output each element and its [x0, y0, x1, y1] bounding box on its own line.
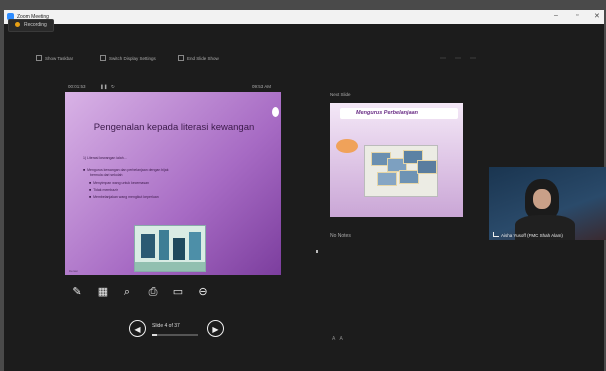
next-slide-preview[interactable]: Mengurus Perbelanjaan — [330, 103, 463, 217]
presentation-timer: 00:01:53 — [68, 84, 86, 89]
next-slide-label: Next Slide — [330, 92, 351, 97]
monitor-icon — [100, 55, 106, 61]
slide-progress-bar — [152, 334, 198, 336]
previous-slide-button[interactable]: ◀ — [129, 320, 146, 337]
slide-bullet: Membelanjakan wang mengikut keperluan — [89, 195, 159, 199]
display-settings-label: Switch Display Settings — [109, 56, 156, 61]
next-slide-badge — [336, 139, 358, 153]
taskbar-icon — [36, 55, 42, 61]
zoom-icon[interactable]: ⌕ — [120, 285, 134, 299]
next-slide-button[interactable]: ▶ — [207, 320, 224, 337]
close-button[interactable]: ✕ — [594, 12, 600, 20]
slide-title: Pengenalan kepada literasi kewangan — [93, 122, 255, 133]
pause-timer-icon[interactable]: ❚❚ — [100, 84, 108, 90]
black-screen-icon[interactable]: ▭ — [171, 285, 185, 299]
participant-face — [533, 189, 551, 209]
chevron-right-icon: ▶ — [212, 325, 219, 334]
recording-label: Recording — [24, 22, 47, 28]
slide-bullet: Tidak membazir — [89, 188, 118, 192]
more-options-icon[interactable]: ⋯ — [470, 55, 476, 62]
participant-label: Aisha Yusoff (FMC Shah Alam) — [493, 232, 563, 238]
minimize-button[interactable]: – — [554, 12, 558, 19]
reset-timer-icon[interactable]: ↻ — [111, 84, 115, 90]
next-slide-image — [364, 145, 438, 197]
end-show-icon — [178, 55, 184, 61]
show-taskbar-button[interactable]: Show Taskbar — [36, 55, 73, 61]
current-slide: Pengenalan kepada literasi kewangan 1) L… — [65, 92, 281, 275]
title-bar: Zoom Meeting – ▫ ✕ — [4, 10, 604, 24]
more-options-icon[interactable]: ⋯ — [455, 55, 461, 62]
more-options-icon[interactable]: ⋯ — [440, 55, 446, 62]
slide-paragraph: 1) Literasi kewangan ialah... — [83, 156, 127, 160]
more-options-icon[interactable]: ⊖ — [196, 285, 210, 299]
chevron-left-icon: ◀ — [134, 325, 141, 334]
participant-video[interactable] — [489, 167, 606, 240]
recording-indicator[interactable]: Recording — [8, 19, 54, 32]
panel-divider-handle[interactable] — [316, 250, 318, 253]
clock: 09:53 AM — [252, 84, 272, 89]
slide-bullet: Menyimpan wang untuk kecemasan — [89, 181, 149, 185]
pointer-icon[interactable]: ⎙ — [146, 285, 160, 299]
end-slide-show-button[interactable]: End Slide Show — [178, 55, 219, 61]
signal-icon — [493, 232, 499, 237]
slide-progress-fill — [152, 334, 158, 336]
notes-label: No Notes — [330, 233, 351, 239]
pen-icon[interactable]: ✎ — [70, 285, 84, 299]
slide-bullet-continuation: bermula dari sekolah — [90, 173, 123, 177]
end-slide-show-label: End Slide Show — [187, 56, 219, 61]
show-taskbar-label: Show Taskbar — [45, 56, 74, 61]
font-size-controls[interactable]: A A — [332, 336, 343, 342]
slide-illustration — [134, 225, 206, 272]
display-settings-button[interactable]: Switch Display Settings — [100, 55, 156, 61]
slide-grid-icon[interactable]: ▦ — [96, 285, 110, 299]
slide-bullet: Mengurus kewangan dan perbelanjaan denga… — [83, 168, 168, 172]
slide-counter[interactable]: Slide 4 of 37 — [152, 323, 180, 329]
recording-dot-icon — [15, 22, 20, 27]
next-slide-title: Mengurus Perbelanjaan — [356, 110, 419, 116]
maximize-button[interactable]: ▫ — [576, 12, 578, 19]
next-slide-header: Mengurus Perbelanjaan — [340, 108, 458, 119]
slide-footer: literasi — [69, 269, 78, 273]
participant-name: Aisha Yusoff (FMC Shah Alam) — [501, 233, 563, 238]
slide-drop-decoration — [272, 107, 279, 117]
